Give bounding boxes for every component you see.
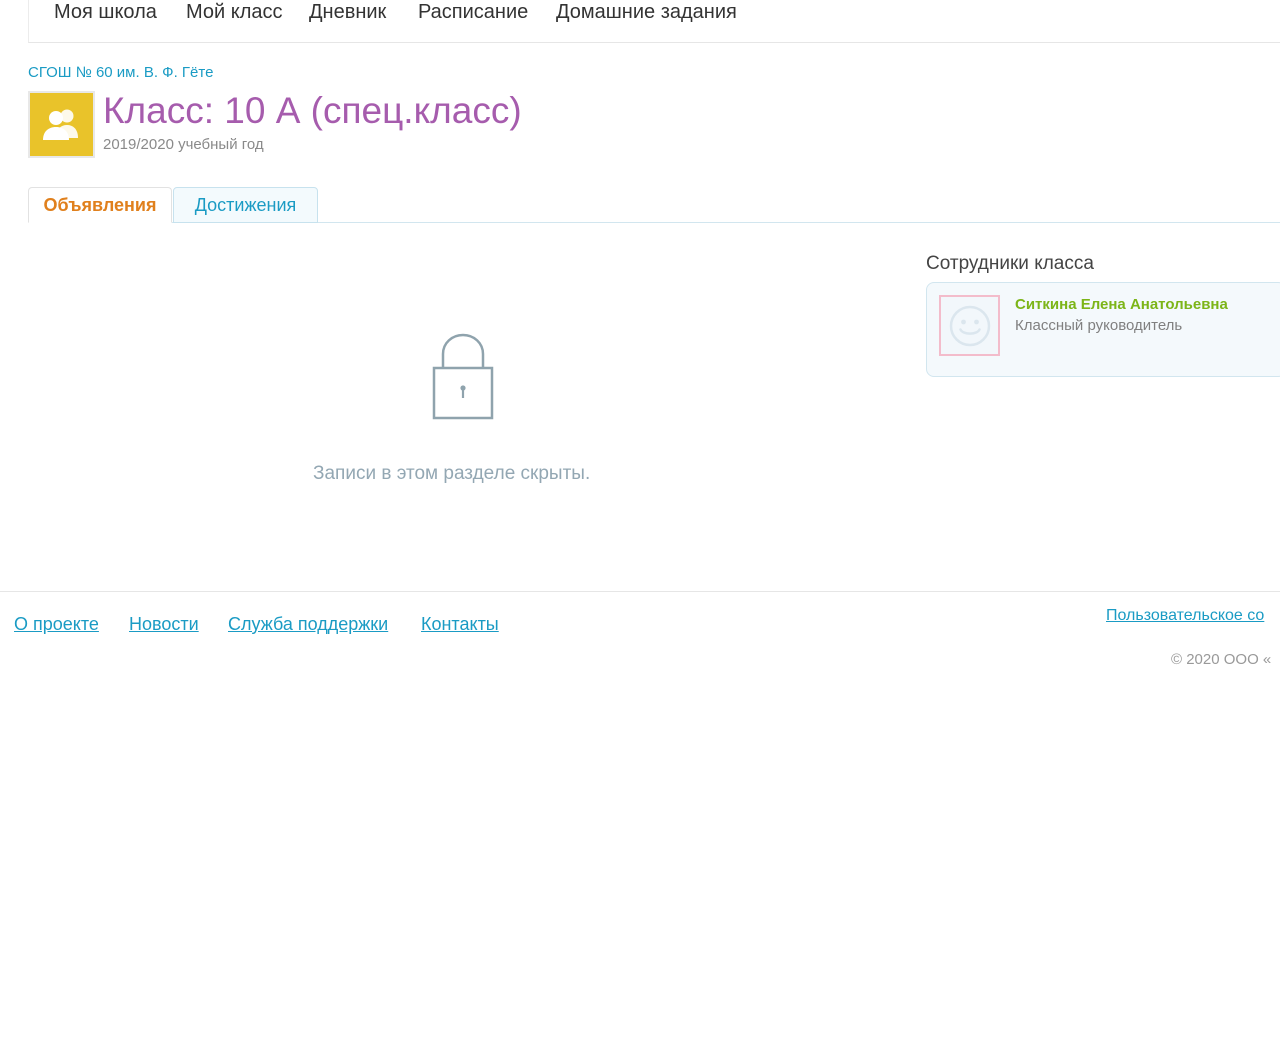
nav-schedule[interactable]: Расписание	[418, 0, 528, 24]
class-avatar	[28, 91, 95, 158]
tab-achievements[interactable]: Достижения	[173, 187, 318, 223]
nav-my-school[interactable]: Моя школа	[54, 0, 157, 24]
staff-title: Сотрудники класса	[926, 253, 1094, 274]
staff-role: Классный руководитель	[1015, 317, 1183, 334]
staff-card: Ситкина Елена Анатольевна Классный руков…	[926, 282, 1280, 377]
page: Моя школа Мой класс Дневник Расписание Д…	[0, 0, 1280, 1040]
staff-avatar[interactable]	[939, 295, 1000, 356]
footer-link-about[interactable]: О проекте	[14, 614, 99, 635]
footer-link-support[interactable]: Служба поддержки	[228, 614, 388, 635]
nav-diary[interactable]: Дневник	[309, 0, 386, 24]
footer-divider	[0, 591, 1280, 592]
staff-name-link[interactable]: Ситкина Елена Анатольевна	[1015, 296, 1228, 313]
page-title: Класс: 10 А (спец.класс)	[103, 90, 522, 131]
footer-link-user-agreement[interactable]: Пользовательское со	[1106, 607, 1280, 625]
copyright: © 2020 ООО «	[1171, 651, 1272, 668]
school-link[interactable]: СГОШ № 60 им. В. Ф. Гёте	[28, 64, 213, 81]
smiley-icon	[949, 305, 991, 347]
hidden-message: Записи в этом разделе скрыты.	[313, 463, 591, 484]
top-navigation: Моя школа Мой класс Дневник Расписание Д…	[28, 0, 1280, 43]
footer-link-contacts[interactable]: Контакты	[421, 614, 499, 635]
footer-link-news[interactable]: Новости	[129, 614, 199, 635]
lock-icon	[432, 333, 494, 420]
nav-my-class[interactable]: Мой класс	[186, 0, 283, 24]
tab-announcements[interactable]: Объявления	[28, 187, 172, 223]
school-year: 2019/2020 учебный год	[103, 136, 264, 153]
group-icon	[43, 109, 78, 140]
nav-homework[interactable]: Домашние задания	[556, 0, 737, 24]
